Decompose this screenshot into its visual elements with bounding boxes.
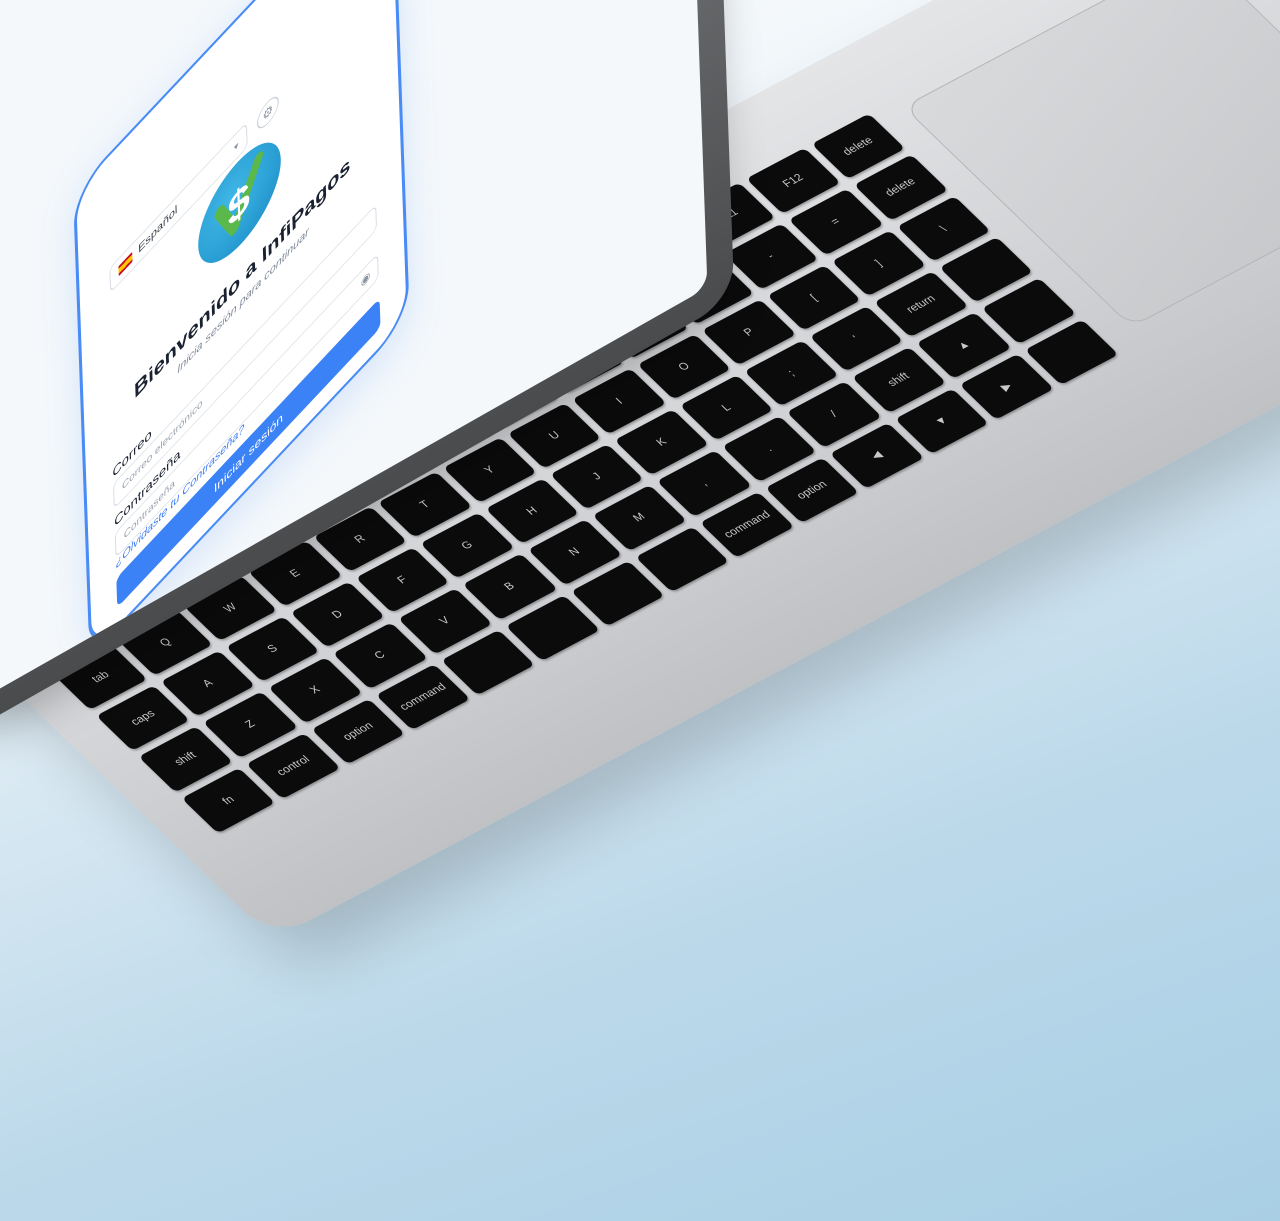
spain-flag-icon xyxy=(118,251,133,277)
chevron-down-icon: ▾ xyxy=(233,138,239,154)
laptop-scene: escF1F2F3F4F5F6F7F8F9F10F11F12delete~123… xyxy=(0,0,1280,1221)
svg-text:$: $ xyxy=(227,172,250,238)
